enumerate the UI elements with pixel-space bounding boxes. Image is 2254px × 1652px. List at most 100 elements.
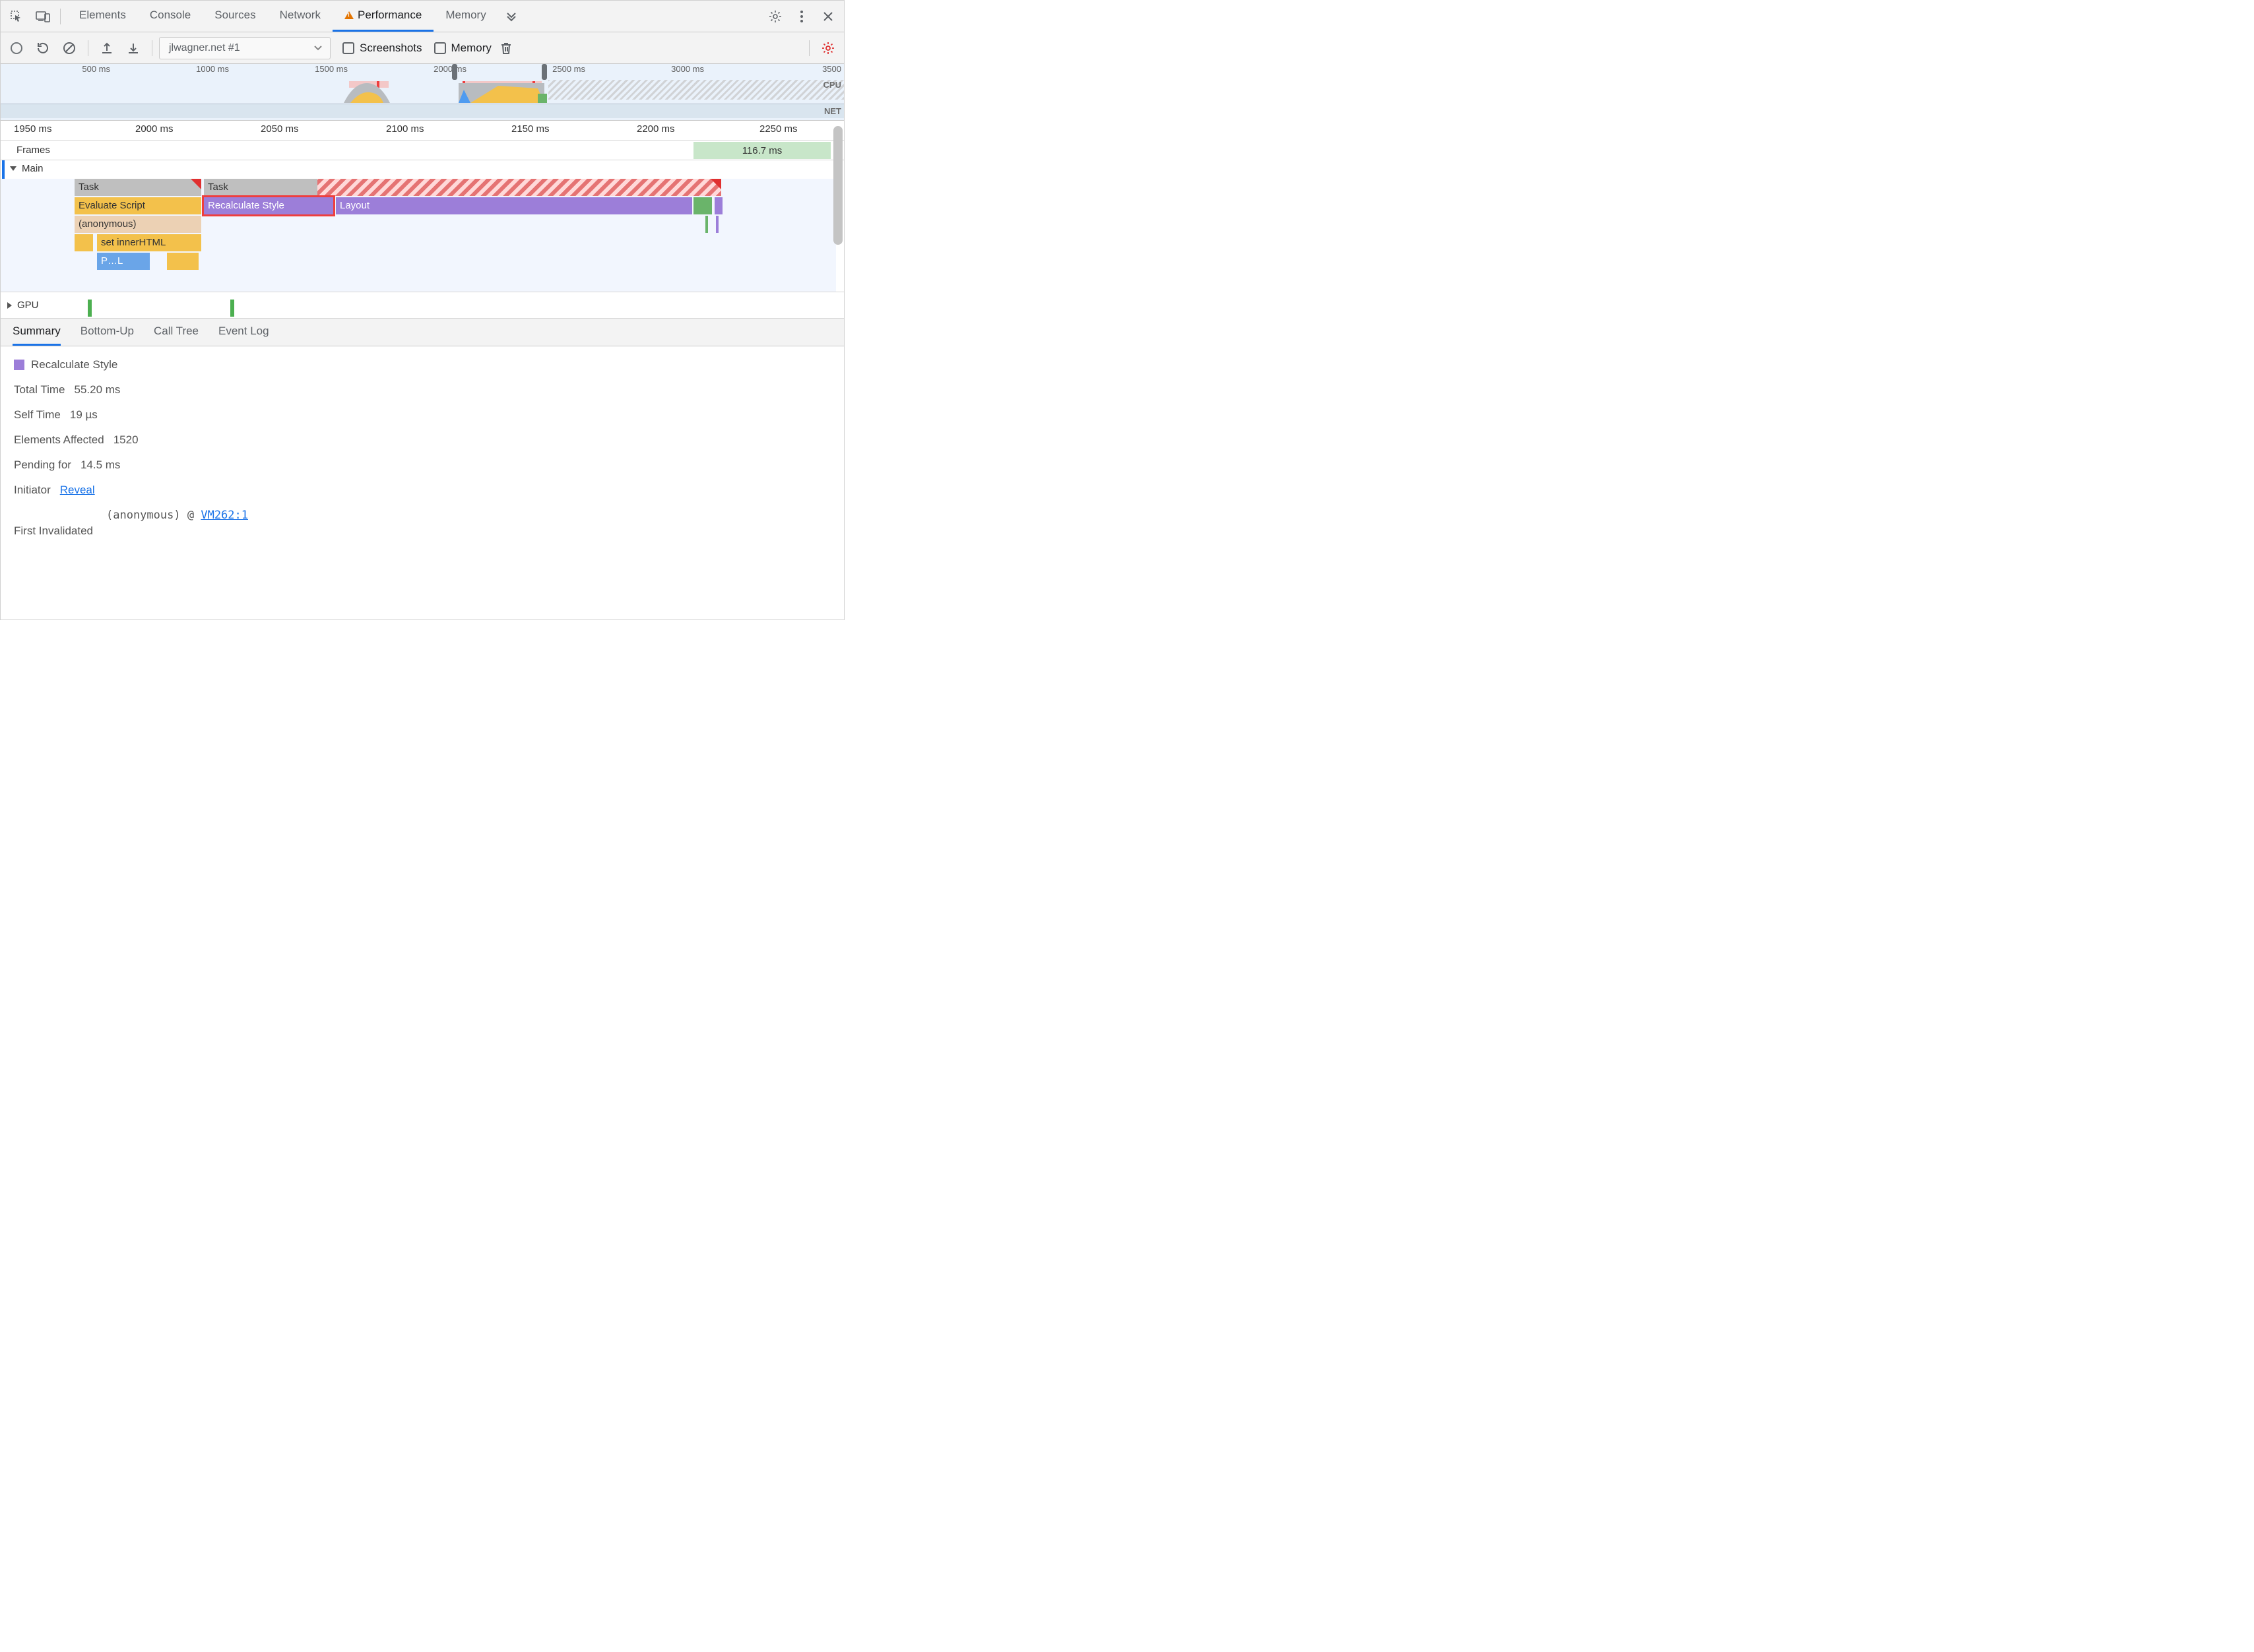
disclosure-down-icon: [10, 166, 16, 171]
recording-select[interactable]: jlwagner.net #1: [159, 37, 331, 59]
separator: [60, 9, 61, 24]
ruler-tick: 2100 ms: [386, 123, 424, 135]
screenshots-checkbox[interactable]: Screenshots: [342, 42, 422, 55]
main-header[interactable]: Main: [1, 160, 844, 177]
gpu-header[interactable]: GPU: [1, 297, 46, 313]
capture-settings-icon[interactable]: [816, 36, 840, 60]
frame-duration: 116.7 ms: [742, 145, 783, 156]
scrollbar-thumb[interactable]: [833, 126, 843, 245]
flame-area[interactable]: Task Task Evaluate Script Recalculate St…: [1, 179, 836, 292]
record-button[interactable]: [5, 36, 28, 60]
bar-task-longtask[interactable]: [317, 179, 721, 196]
dtab-calltree[interactable]: Call Tree: [154, 319, 199, 346]
close-icon[interactable]: [815, 3, 841, 30]
delete-button[interactable]: [494, 36, 518, 60]
pending-val: 14.5 ms: [80, 459, 120, 472]
ov-tick: 3500: [822, 64, 844, 74]
bar-small-yellow[interactable]: [75, 234, 93, 251]
timeline-ruler: 1950 ms 2000 ms 2050 ms 2100 ms 2150 ms …: [1, 121, 844, 141]
reload-button[interactable]: [31, 36, 55, 60]
separator: [809, 40, 810, 56]
tab-elements[interactable]: Elements: [67, 1, 138, 32]
device-icon[interactable]: [30, 3, 56, 30]
devtools-top-tabbar: Elements Console Sources Network Perform…: [1, 1, 844, 32]
ov-tick: 500 ms: [82, 64, 113, 74]
ruler-tick: 2200 ms: [637, 123, 675, 135]
self-time-key: Self Time: [14, 408, 61, 422]
memory-checkbox[interactable]: Memory: [434, 42, 492, 55]
ruler-tick: 1950 ms: [14, 123, 52, 135]
bar-small[interactable]: [715, 197, 723, 214]
callsite-location-link[interactable]: VM262:1: [201, 509, 248, 522]
checkbox-icon: [342, 42, 354, 54]
bar-task[interactable]: Task: [204, 179, 317, 196]
bar-tick: [705, 216, 708, 233]
net-label: NET: [824, 106, 841, 116]
main-thread-track[interactable]: Main Task Task Evaluate Script Recalcula…: [1, 160, 844, 292]
bar-layout[interactable]: Layout: [336, 197, 692, 214]
tab-sources[interactable]: Sources: [203, 1, 267, 32]
longtask-corner-icon: [711, 179, 721, 189]
longtask-corner-icon: [191, 179, 201, 189]
gpu-event: [230, 300, 234, 317]
ruler-tick: 2050 ms: [261, 123, 299, 135]
category-swatch: [14, 360, 24, 370]
bar-set-innerhtml[interactable]: set innerHTML: [97, 234, 201, 251]
gpu-event: [88, 300, 92, 317]
cpu-label: CPU: [823, 80, 841, 90]
recording-name: jlwagner.net #1: [169, 42, 240, 54]
ruler-tick: 2150 ms: [511, 123, 550, 135]
kv-total-time: Total Time 55.20 ms: [14, 383, 831, 397]
performance-toolbar: jlwagner.net #1 Screenshots Memory: [1, 32, 844, 64]
dtab-eventlog[interactable]: Event Log: [218, 319, 269, 346]
tab-performance-label: Performance: [358, 9, 422, 22]
overview-strip[interactable]: 500 ms 1000 ms 1500 ms 2000 ms 2500 ms 3…: [1, 64, 844, 121]
tab-console[interactable]: Console: [138, 1, 203, 32]
warning-icon: [344, 11, 354, 19]
overview-idle-hatch: [548, 80, 844, 100]
frames-label: Frames: [1, 144, 50, 156]
tab-performance[interactable]: Performance: [333, 1, 434, 32]
gpu-label: GPU: [17, 300, 39, 311]
upload-button[interactable]: [95, 36, 119, 60]
clear-button[interactable]: [57, 36, 81, 60]
tab-network[interactable]: Network: [268, 1, 333, 32]
dtab-bottomup[interactable]: Bottom-Up: [80, 319, 134, 346]
ov-tick: 3000 ms: [671, 64, 707, 74]
elements-key: Elements Affected: [14, 433, 104, 447]
gpu-track[interactable]: GPU: [1, 292, 844, 319]
frames-track[interactable]: Frames 116.7 ms: [1, 141, 844, 160]
bar-task[interactable]: Task: [75, 179, 201, 196]
overview-net-strip: [1, 104, 844, 118]
callsite-at: @: [187, 509, 194, 522]
bar-parse-html[interactable]: P…L: [97, 253, 150, 270]
main-label: Main: [22, 163, 44, 174]
ov-tick: 1000 ms: [196, 64, 232, 74]
download-button[interactable]: [121, 36, 145, 60]
panel-tabs: Elements Console Sources Network Perform…: [67, 1, 525, 32]
summary-header: Recalculate Style: [14, 358, 831, 371]
bar-anonymous[interactable]: (anonymous): [75, 216, 201, 233]
kebab-icon[interactable]: [789, 3, 815, 30]
overview-selection-left-handle[interactable]: [452, 64, 457, 80]
ruler-tick: 2000 ms: [135, 123, 174, 135]
inspect-icon[interactable]: [3, 3, 30, 30]
settings-icon[interactable]: [762, 3, 789, 30]
bar-small-yellow[interactable]: [167, 253, 199, 270]
bar-evaluate-script[interactable]: Evaluate Script: [75, 197, 201, 214]
summary-title: Recalculate Style: [31, 358, 117, 371]
dtab-summary[interactable]: Summary: [13, 319, 61, 346]
frame-duration-block[interactable]: 116.7 ms: [693, 142, 831, 159]
initiator-reveal-link[interactable]: Reveal: [60, 484, 95, 497]
ov-tick: 1500 ms: [315, 64, 350, 74]
kv-initiator: Initiator Reveal: [14, 484, 831, 497]
bar-recalculate-style-selected[interactable]: Recalculate Style: [204, 197, 333, 214]
pending-key: Pending for: [14, 459, 71, 472]
overview-selection-right-handle[interactable]: [542, 64, 547, 80]
bar-paint[interactable]: [693, 197, 712, 214]
ov-tick: 2500 ms: [552, 64, 588, 74]
elements-val: 1520: [113, 433, 139, 447]
tabs-overflow[interactable]: [498, 1, 525, 32]
details-tabbar: Summary Bottom-Up Call Tree Event Log: [1, 319, 844, 346]
tab-memory[interactable]: Memory: [434, 1, 498, 32]
